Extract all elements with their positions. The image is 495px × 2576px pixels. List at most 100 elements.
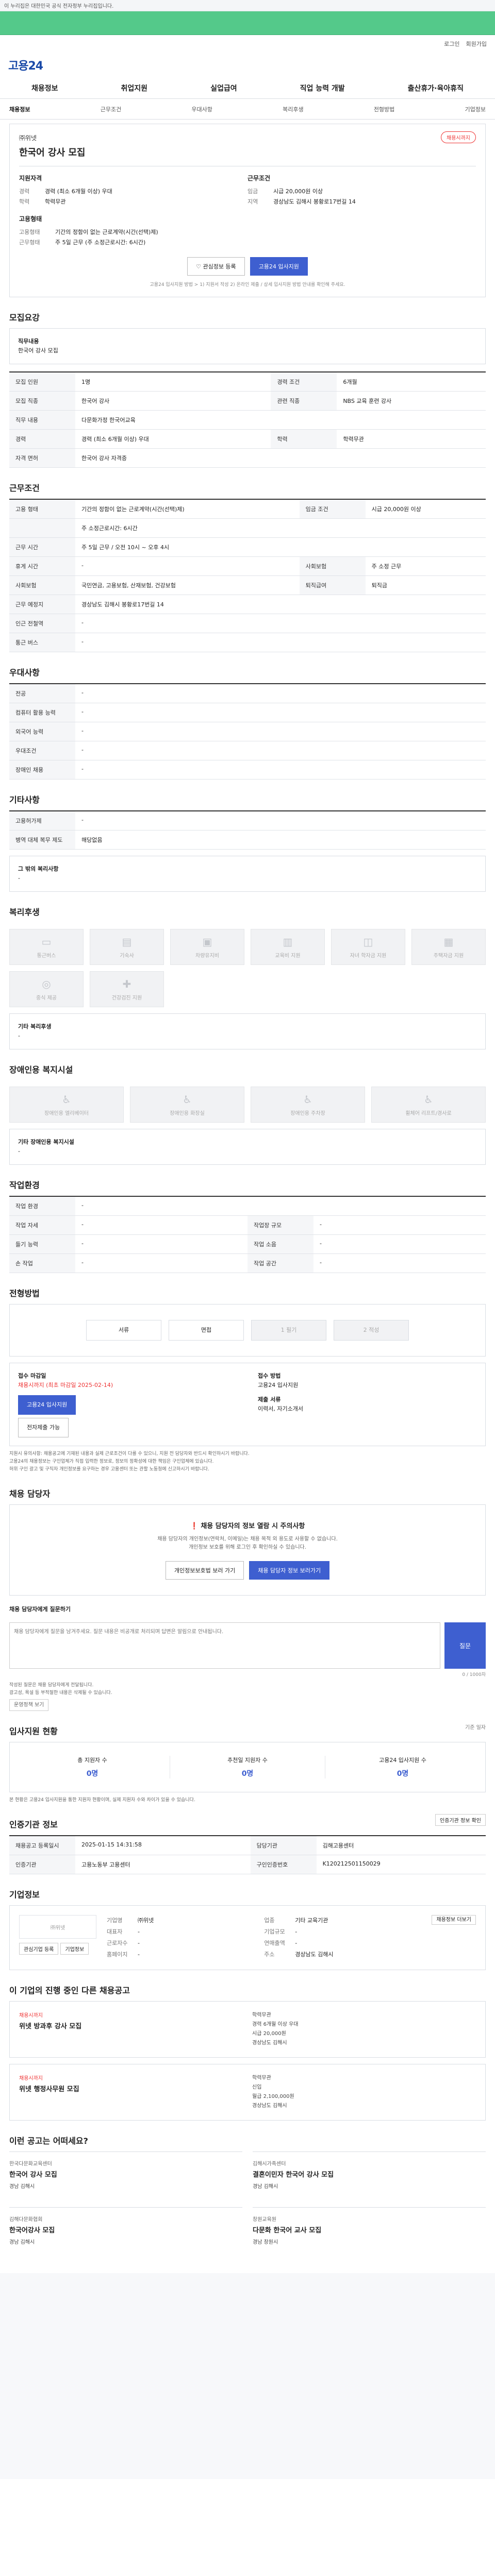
welfare-icon: ✚ <box>122 977 131 990</box>
row-key: 모집 직종 <box>9 391 75 411</box>
recommend-card[interactable]: 김해다문화협회한국어강사 모집경남 김해시 <box>9 2207 242 2252</box>
section-title: 이런 공고는 어떠세요? <box>9 2136 88 2146</box>
recommend-company: 김해다문화협회 <box>9 2217 43 2223</box>
table-row: 휴게 시간 - 사회보험 주 소정 근무 <box>9 556 486 576</box>
stat-label: 고용24 입사지원 수 <box>379 1757 426 1764</box>
welfare-label: 건강검진 지원 <box>111 995 142 1001</box>
similar-card[interactable]: 채용시까지 위넷 방과후 강사 모집 학력무관 경력 6개월 이상 우대 시급 20,0… <box>9 2001 486 2058</box>
company-value: - <box>295 1928 298 1935</box>
table-row: 들기 능력 - 작업 소음 - <box>9 1234 486 1254</box>
recommend-title[interactable]: 다문화 한국어 교사 모집 <box>253 2225 486 2234</box>
util-nav: 로그인 회원가입 <box>0 35 495 53</box>
table-row: 손 작업 - 작업 공간 - <box>9 1253 486 1273</box>
welfare-item: ▤ 기숙사 <box>90 929 164 965</box>
tab-item[interactable]: 전형방법 <box>374 105 394 113</box>
footer <box>0 2273 495 2479</box>
interest-company-button[interactable]: 관심기업 등록 <box>19 1943 59 1955</box>
process-step: 면접 <box>169 1320 244 1341</box>
workenv-section: 작업환경 작업 환경 - 작업 자세 - 작업장 규모 - 들기 능력 - 작업 소음 - 손 작업… <box>9 1178 486 1273</box>
section-title: 기타사항 <box>9 795 40 805</box>
row-key: 담당기관 <box>250 1836 317 1855</box>
view-contact-button[interactable]: 채용 담당자 정보 보러가기 <box>249 1561 330 1580</box>
tab-item[interactable]: 근무조건 <box>101 105 121 113</box>
row-key: 근무 시간 <box>9 537 75 557</box>
question-input[interactable] <box>9 1622 440 1669</box>
row-key: 병역 대체 복무 제도 <box>9 830 75 850</box>
similar-cond: 월급 2,100,000원 <box>252 2094 294 2099</box>
privacy-law-button[interactable]: 개인정보보호법 보러 가기 <box>165 1561 244 1580</box>
section-title: 복리후생 <box>9 907 40 917</box>
registrar-check-button[interactable]: 인증기관 정보 확인 <box>435 1814 486 1826</box>
row-value: NBS 교육 훈련 강사 <box>337 391 486 411</box>
site-logo[interactable]: 고용24 <box>0 53 495 77</box>
row-value: - <box>75 684 486 703</box>
save-interest-button[interactable]: ♡ 관심정보 등록 <box>187 257 245 276</box>
recommend-grid: 한국다문화교육센터한국어 강사 모집경남 김해시 김해시가족센터 결혼이민자 한국어… <box>9 2151 486 2252</box>
section-title: 우대사항 <box>9 668 40 677</box>
row-value: 기간의 정함이 없는 근로계약(시간(선택)제) <box>75 499 300 519</box>
row-key: 작업 환경 <box>9 1196 75 1216</box>
table-row: 직무 내용 다문화가정 한국어교육 <box>9 410 486 430</box>
tab-item[interactable]: 채용정보 <box>9 105 30 113</box>
gnb-item[interactable]: 채용정보 <box>31 83 58 93</box>
registrar-table: 채용공고 등록일시 2025-01-15 14:31:58 담당기관 김해고용센터 인증… <box>9 1835 486 1874</box>
row-value: 퇴직금 <box>365 575 486 595</box>
more-jobs-button[interactable]: 채용정보 더보기 <box>432 1915 476 1925</box>
recommend-card[interactable]: 김해시가족센터 결혼이민자 한국어 강사 모집 경남 김해시 <box>253 2151 486 2197</box>
disabled-item: ♿ 장애인용 엘리베이터 <box>9 1087 124 1123</box>
company-box: ㈜위넷 관심기업 등록 기업정보 기업명 ㈜위넷 업종 기타 교육기관 대표자 - 기업규모… <box>9 1905 486 1970</box>
similar-card[interactable]: 채용시까지 위넷 행정사무원 모집 학력무관 신입 월급 2,100,000원 경상남도 … <box>9 2064 486 2121</box>
company-info-button[interactable]: 기업정보 <box>60 1943 89 1955</box>
recommend-area: 경남 김해시 <box>9 2240 35 2245</box>
e-submit-button[interactable]: 전자제출 가능 <box>18 1418 69 1437</box>
table-row: 인근 전철역 - <box>9 614 486 633</box>
apply-info-box: 접수 마감일 채용시까지 (최초 마감일 2025-02-14) 고용24 입사… <box>9 1363 486 1446</box>
prefer-table: 전공 - 컴퓨터 활용 능력 - 외국어 능력 - 우대조건 - 장애인 채용 - <box>9 683 486 779</box>
gnb-item[interactable]: 취업지원 <box>121 83 148 93</box>
row-value: - <box>75 614 486 633</box>
recommend-company: 한국다문화교육센터 <box>9 2161 52 2167</box>
contact-line: 채용 담당자의 개인정보(연락처, 이메일)는 채용 목적 외 용도로 사용할 … <box>157 1536 338 1542</box>
row-value: 한국어 강사 자격증 <box>75 448 486 468</box>
gnb-item[interactable]: 직업 능력 개발 <box>300 83 345 93</box>
recommend-card[interactable]: 한국다문화교육센터 한국어 강사 모집 경남 김해시 <box>9 2151 242 2197</box>
tab-item[interactable]: 복리후생 <box>283 105 303 113</box>
table-row: 자격 면허 한국어 강사 자격증 <box>9 448 486 468</box>
section-title: 장애인용 복지시설 <box>9 1065 73 1075</box>
apply-button[interactable]: 고용24 입사지원 <box>250 257 308 276</box>
table-row: 통근 버스 - <box>9 633 486 652</box>
other-section: 기타사항 고용허가제 - 병역 대체 복무 제도 해당없음 그 밖의 복리사항 - <box>9 793 486 892</box>
tab-item[interactable]: 우대사항 <box>191 105 212 113</box>
gov-notice-bar: 이 누리집은 대한민국 공식 전자정부 누리집입니다. <box>0 0 495 11</box>
recommend-title[interactable]: 한국어강사 모집 <box>9 2225 242 2234</box>
gnb-item[interactable]: 출산휴가·육아휴직 <box>408 83 464 93</box>
login-link[interactable]: 로그인 <box>444 40 459 48</box>
row-value: K120212501150029 <box>316 1855 486 1874</box>
welfare-label: 차량유지비 <box>195 953 219 959</box>
recommend-title[interactable]: 결혼이민자 한국어 강사 모집 <box>253 2169 486 2179</box>
tab-item[interactable]: 기업정보 <box>465 105 486 113</box>
question-head: 채용 담당자에게 질문하기 <box>9 1606 71 1613</box>
similar-cond: 학력무관 <box>252 2075 271 2081</box>
policy-button[interactable]: 운영정책 보기 <box>9 1699 49 1711</box>
company-logo: ㈜위넷 <box>19 1915 96 1939</box>
accessibility-icon: ♿ <box>62 1093 71 1106</box>
apply-button-2[interactable]: 고용24 입사지원 <box>18 1395 76 1415</box>
row-key: 컴퓨터 활용 능력 <box>9 703 75 722</box>
row-value: - <box>75 703 486 722</box>
welfare-box: 기타 복리후생 - <box>9 1013 486 1049</box>
join-link[interactable]: 회원가입 <box>466 40 487 48</box>
row-value: - <box>75 760 486 779</box>
row-key: 사회보험 <box>299 556 366 576</box>
question-submit-button[interactable]: 질문 <box>444 1622 486 1669</box>
welfare-label: 중식 제공 <box>36 995 57 1001</box>
similar-title[interactable]: 위넷 방과후 강사 모집 <box>19 2021 243 2030</box>
recommend-card[interactable]: 창원교육원 다문화 한국어 교사 모집 경남 창원시 <box>253 2207 486 2252</box>
deadline-value: 채용시까지 (최초 마감일 2025-02-14) <box>18 1382 113 1388</box>
gnb-item[interactable]: 실업급여 <box>210 83 237 93</box>
recommend-title[interactable]: 한국어 강사 모집 <box>9 2169 242 2179</box>
row-key: 관련 직종 <box>271 391 337 411</box>
similar-title[interactable]: 위넷 행정사무원 모집 <box>19 2083 243 2093</box>
company-value: - <box>295 1940 298 1946</box>
table-row: 작업 환경 - <box>9 1196 486 1216</box>
